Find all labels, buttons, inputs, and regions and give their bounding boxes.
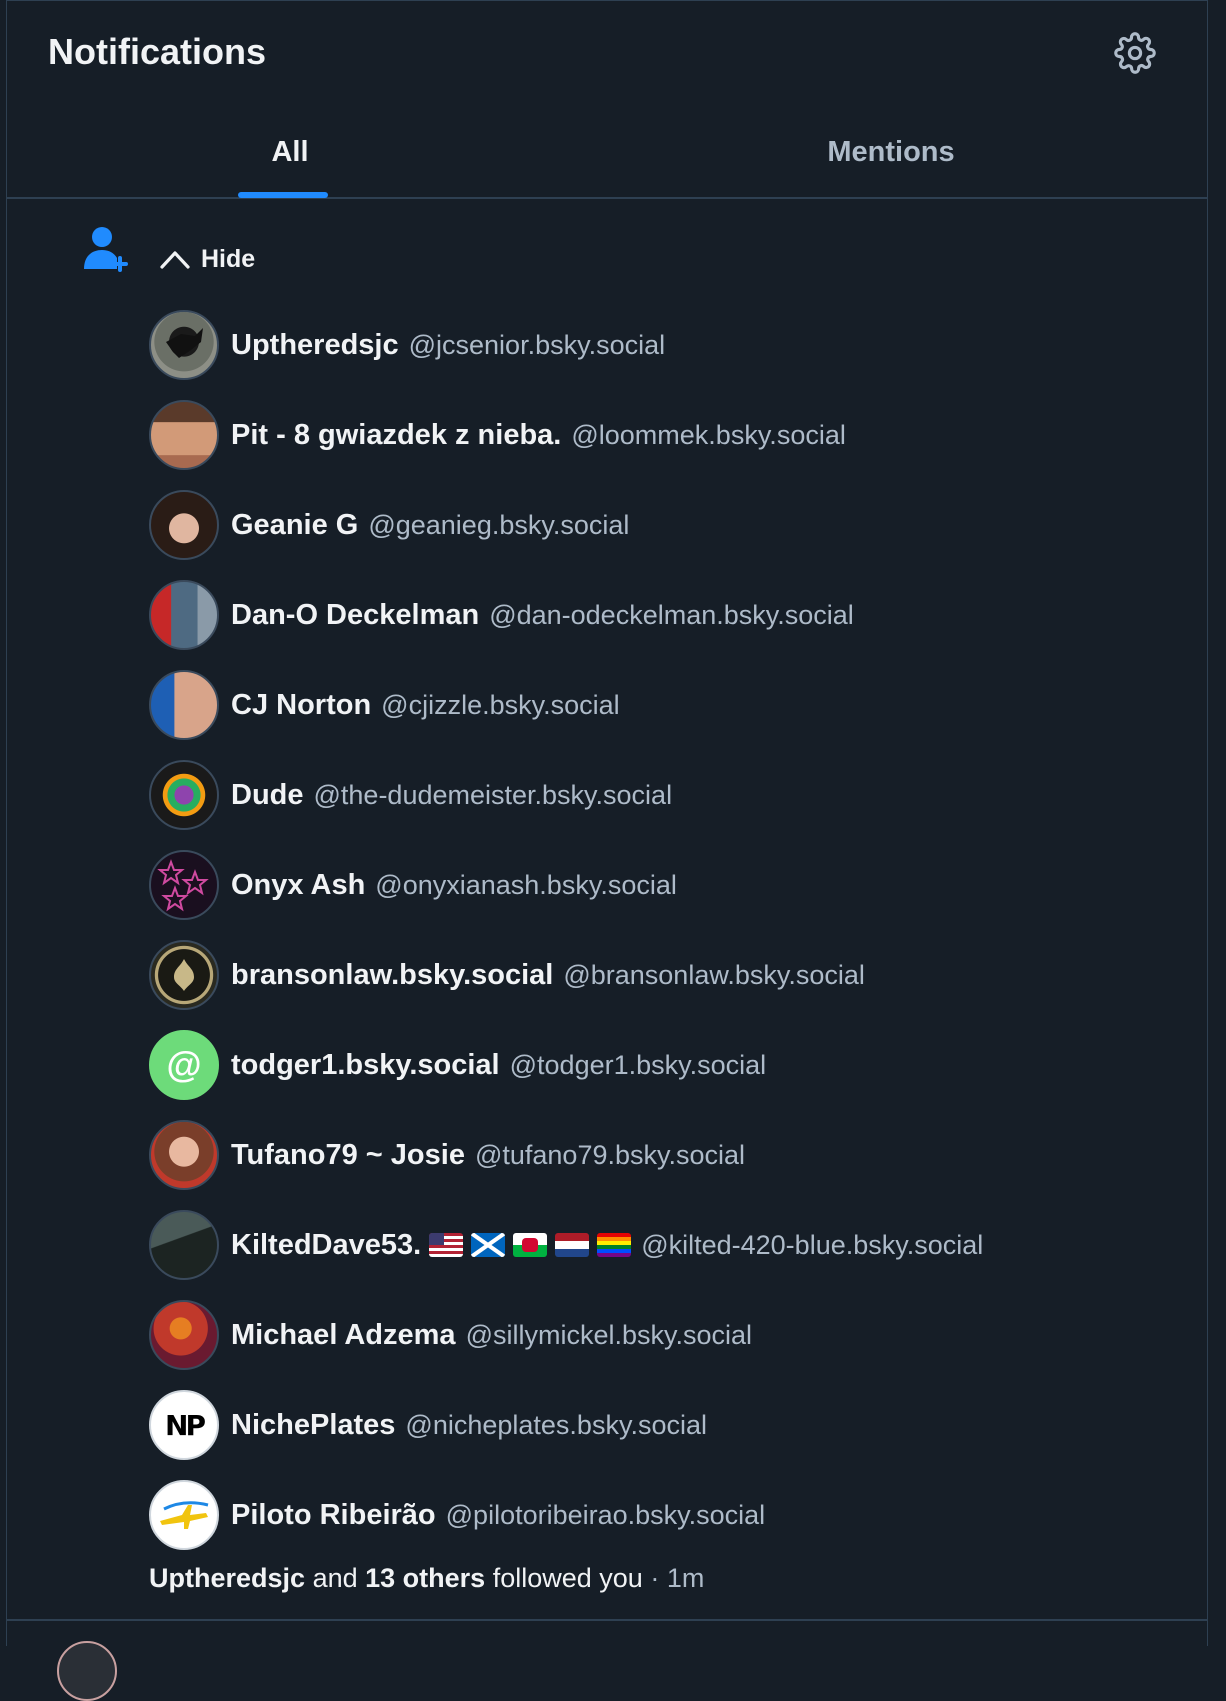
- user-handle: @dan-odeckelman.bsky.social: [489, 599, 854, 630]
- tab-mentions[interactable]: Mentions: [573, 105, 1209, 199]
- tab-bar: All Mentions: [7, 105, 1207, 199]
- user-display-name: bransonlaw.bsky.social: [231, 958, 554, 991]
- default-at-avatar: @: [149, 1030, 219, 1100]
- active-tab-indicator: [238, 192, 328, 198]
- notifications-panel: Notifications All Mentions Hide Upthered…: [6, 0, 1208, 1701]
- summary-action: followed you: [492, 1563, 643, 1593]
- follower-row[interactable]: CJ Norton @cjizzle.bsky.social: [149, 670, 1149, 740]
- user-handle: @the-dudemeister.bsky.social: [313, 779, 673, 810]
- header: Notifications: [7, 1, 1207, 105]
- avatar: [149, 670, 219, 740]
- tab-all[interactable]: All: [7, 105, 573, 199]
- user-display-name: Uptheredsjc: [231, 328, 399, 361]
- rainbow-flag-icon: [597, 1233, 632, 1257]
- avatar: [149, 580, 219, 650]
- avatar: [149, 1300, 219, 1370]
- page-title: Notifications: [48, 31, 267, 72]
- user-handle: @loommek.bsky.social: [571, 419, 846, 450]
- user-display-name: NichePlates: [231, 1408, 396, 1441]
- user-display-name: CJ Norton: [231, 688, 372, 721]
- np-logo-avatar: NP: [149, 1390, 219, 1460]
- user-display-name: Geanie G: [231, 508, 359, 541]
- user-handle: @onyxianash.bsky.social: [375, 869, 677, 900]
- user-display-name: Onyx Ash: [231, 868, 366, 901]
- wales-flag-icon: [513, 1233, 548, 1257]
- next-notification-avatar[interactable]: [57, 1641, 117, 1701]
- user-handle: @nicheplates.bsky.social: [405, 1409, 707, 1440]
- avatar: [149, 1210, 219, 1280]
- tab-all-label: All: [271, 135, 309, 168]
- follower-row[interactable]: Dude @the-dudemeister.bsky.social: [149, 760, 1149, 830]
- person-add-icon: [83, 225, 129, 273]
- scotland-flag-icon: [471, 1233, 506, 1257]
- avatar: [149, 400, 219, 470]
- avatar: [149, 850, 219, 920]
- chevron-up-icon: [160, 251, 190, 269]
- summary-first-user[interactable]: Uptheredsjc: [149, 1563, 305, 1593]
- settings-button[interactable]: [1111, 29, 1159, 77]
- summary-time: 1m: [666, 1563, 705, 1593]
- follower-row[interactable]: Uptheredsjc @jcsenior.bsky.social: [149, 310, 1149, 380]
- netherlands-flag-icon: [555, 1233, 590, 1257]
- user-handle: @todger1.bsky.social: [509, 1049, 767, 1080]
- user-display-name: Dan-O Deckelman: [231, 598, 480, 631]
- follower-row[interactable]: Geanie G @geanieg.bsky.social: [149, 490, 1149, 560]
- tab-mentions-label: Mentions: [827, 135, 955, 168]
- hide-label: Hide: [201, 244, 256, 273]
- hide-toggle-button[interactable]: Hide: [159, 239, 255, 279]
- summary-others[interactable]: 13 others: [365, 1563, 485, 1593]
- user-handle: @tufano79.bsky.social: [474, 1139, 746, 1170]
- follower-row[interactable]: bransonlaw.bsky.social @bransonlaw.bsky.…: [149, 940, 1149, 1010]
- follower-row[interactable]: Dan-O Deckelman @dan-odeckelman.bsky.soc…: [149, 580, 1149, 650]
- avatar: [149, 1120, 219, 1190]
- follower-row[interactable]: Michael Adzema @sillymickel.bsky.social: [149, 1300, 1149, 1370]
- user-handle: @geanieg.bsky.social: [368, 509, 630, 540]
- user-handle: @pilotoribeirao.bsky.social: [445, 1499, 766, 1530]
- avatar: [149, 760, 219, 830]
- follower-row[interactable]: Onyx Ash @onyxianash.bsky.social: [149, 850, 1149, 920]
- user-display-name: todger1.bsky.social: [231, 1048, 500, 1081]
- user-handle: @cjizzle.bsky.social: [381, 689, 620, 720]
- user-display-name: Piloto Ribeirão: [231, 1498, 436, 1531]
- user-handle: @bransonlaw.bsky.social: [563, 959, 865, 990]
- user-handle: @jcsenior.bsky.social: [408, 329, 666, 360]
- follower-row[interactable]: NP NichePlates @nicheplates.bsky.social: [149, 1390, 1149, 1460]
- avatar: [149, 310, 219, 380]
- notification-divider: [7, 1619, 1207, 1621]
- gear-icon: [1114, 32, 1156, 74]
- np-logo-text: NP: [165, 1408, 206, 1442]
- piloto-logo-avatar: [149, 1480, 219, 1550]
- user-display-name: Tufano79 ~ Josie: [231, 1138, 465, 1171]
- follower-row[interactable]: Pit - 8 gwiazdek z nieba. @loommek.bsky.…: [149, 400, 1149, 470]
- user-display-name: Michael Adzema: [231, 1318, 456, 1351]
- summary-separator: ·: [650, 1563, 660, 1593]
- avatar: [149, 940, 219, 1010]
- follower-row[interactable]: @ todger1.bsky.social @todger1.bsky.soci…: [149, 1030, 1149, 1100]
- follower-row[interactable]: Piloto Ribeirão @pilotoribeirao.bsky.soc…: [149, 1480, 1149, 1550]
- us-flag-icon: [429, 1233, 464, 1257]
- summary-and: and: [312, 1563, 358, 1593]
- user-handle: @sillymickel.bsky.social: [465, 1319, 753, 1350]
- follower-row[interactable]: KiltedDave53. @kilted-420-blue.bsky.soci…: [149, 1210, 1149, 1280]
- follower-row[interactable]: Tufano79 ~ Josie @tufano79.bsky.social: [149, 1120, 1149, 1190]
- avatar: [149, 490, 219, 560]
- user-handle: @kilted-420-blue.bsky.social: [641, 1229, 984, 1260]
- user-display-name: Pit - 8 gwiazdek z nieba.: [231, 418, 562, 451]
- user-display-name: KiltedDave53.: [231, 1228, 422, 1261]
- user-display-name: Dude: [231, 778, 304, 811]
- notification-summary: Uptheredsjc and 13 others followed you ·…: [149, 1563, 704, 1594]
